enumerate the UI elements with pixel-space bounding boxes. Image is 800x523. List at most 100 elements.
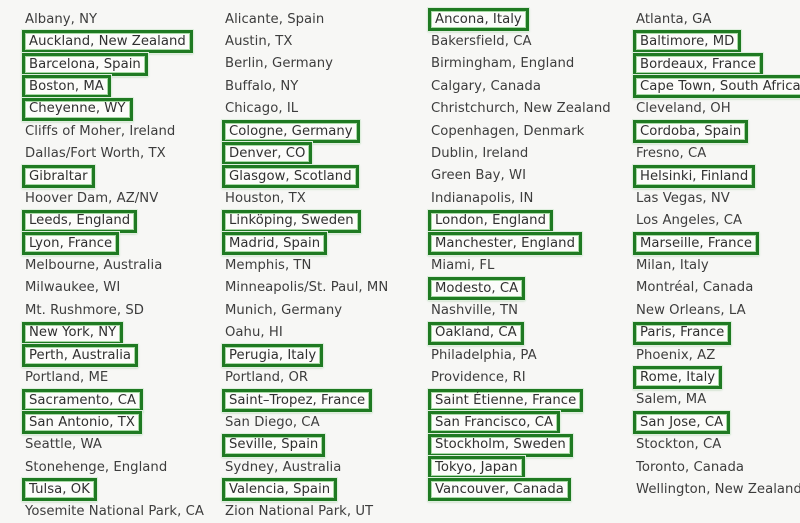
city-entry-selected[interactable]: Saint–Tropez, France	[222, 388, 373, 412]
city-entry[interactable]: Montréal, Canada	[633, 277, 756, 299]
city-entry-selected[interactable]: Perugia, Italy	[222, 344, 324, 367]
city-entry-label: Yosemite National Park, CA	[25, 504, 204, 520]
city-entry-selected[interactable]: Helsinki, Finland	[633, 164, 756, 188]
city-entry-selected[interactable]: Modesto, CA	[428, 276, 526, 300]
city-entry[interactable]: Nashville, TN	[428, 299, 521, 321]
city-entry[interactable]: Birmingham, England	[428, 53, 577, 75]
city-entry-selected[interactable]: Ancona, Italy	[428, 8, 529, 31]
city-entry[interactable]: Mt. Rushmore, SD	[22, 299, 147, 321]
city-entry[interactable]: Miami, FL	[428, 254, 497, 276]
city-entry-selected[interactable]: New York, NY	[22, 321, 124, 345]
city-entry-selected[interactable]: Madrid, Spain	[222, 232, 328, 255]
city-entry-selected[interactable]: Paris, France	[633, 321, 732, 345]
city-entry[interactable]: New Orleans, LA	[633, 299, 749, 321]
city-entry[interactable]: Alicante, Spain	[222, 8, 327, 30]
city-entry-label: Birmingham, England	[431, 56, 575, 72]
city-entry[interactable]: Portland, ME	[22, 366, 111, 388]
city-entry-selected[interactable]: Marseille, France	[633, 232, 760, 255]
city-entry-selected[interactable]: Barcelona, Spain	[22, 52, 148, 76]
city-entry[interactable]: Phoenix, AZ	[633, 344, 718, 366]
city-entry[interactable]: Christchurch, New Zealand	[428, 98, 614, 120]
city-entry[interactable]: Seattle, WA	[22, 434, 105, 456]
city-entry[interactable]: Green Bay, WI	[428, 165, 529, 187]
city-entry-selected[interactable]: San Francisco, CA	[428, 411, 561, 435]
city-entry-selected[interactable]: Sacramento, CA	[22, 388, 144, 412]
city-entry-label: Vancouver, Canada	[435, 482, 564, 498]
city-entry[interactable]: Melbourne, Australia	[22, 254, 165, 276]
city-entry-selected[interactable]: Gibraltar	[22, 164, 95, 188]
city-entry-label: Portland, OR	[225, 369, 309, 385]
city-entry-selected[interactable]: Glasgow, Scotland	[222, 164, 359, 188]
city-entry[interactable]: Wellington, New Zealand	[633, 478, 800, 500]
city-entry-label: Nashville, TN	[431, 302, 519, 318]
city-entry-selected[interactable]: Vancouver, Canada	[428, 478, 571, 502]
city-entry[interactable]: Zion National Park, UT	[222, 501, 376, 523]
city-entry[interactable]: Copenhagen, Denmark	[428, 120, 587, 142]
city-entry-selected[interactable]: Valencia, Spain	[222, 478, 338, 502]
city-entry-selected[interactable]: San Antonio, TX	[22, 411, 142, 435]
city-entry[interactable]: Berlin, Germany	[222, 53, 336, 75]
city-entry[interactable]: Oahu, HI	[222, 322, 286, 344]
city-entry-selected[interactable]: Boston, MA	[22, 75, 111, 99]
city-entry[interactable]: Providence, RI	[428, 366, 529, 388]
city-entry-selected[interactable]: Lyon, France	[22, 232, 120, 255]
city-entry[interactable]: Sydney, Australia	[222, 456, 344, 478]
city-entry-selected[interactable]: Rome, Italy	[633, 366, 723, 390]
city-entry[interactable]: Minneapolis/St. Paul, MN	[222, 277, 391, 299]
city-entry-selected[interactable]: Stockholm, Sweden	[428, 433, 573, 457]
city-entry-selected[interactable]: Leeds, England	[22, 209, 138, 233]
city-entry[interactable]: Dublin, Ireland	[428, 142, 531, 164]
city-entry[interactable]: Atlanta, GA	[633, 8, 715, 30]
city-entry[interactable]: Hoover Dam, AZ/NV	[22, 187, 161, 209]
city-entry[interactable]: Fresno, CA	[633, 142, 709, 164]
city-entry[interactable]: Memphis, TN	[222, 254, 314, 276]
city-entry[interactable]: Dallas/Fort Worth, TX	[22, 142, 169, 164]
city-entry[interactable]: Albany, NY	[22, 8, 100, 30]
city-entry[interactable]: Calgary, Canada	[428, 75, 544, 97]
city-entry[interactable]: Munich, Germany	[222, 299, 345, 321]
city-entry-selected[interactable]: Saint Étienne, France	[428, 388, 584, 412]
city-entry[interactable]: Cleveland, OH	[633, 98, 734, 120]
city-entry-label: Toronto, Canada	[636, 459, 744, 475]
city-entry-label: Bordeaux, France	[640, 56, 757, 72]
city-entry[interactable]: Toronto, Canada	[633, 456, 747, 478]
city-entry[interactable]: Buffalo, NY	[222, 75, 301, 97]
city-entry[interactable]: Milwaukee, WI	[22, 277, 123, 299]
city-entry-selected[interactable]: London, England	[428, 209, 554, 233]
city-entry-selected[interactable]: San Jose, CA	[633, 411, 731, 435]
city-entry[interactable]: Stockton, CA	[633, 434, 724, 456]
city-entry-selected[interactable]: Tulsa, OK	[22, 478, 97, 502]
city-entry[interactable]: San Diego, CA	[222, 411, 323, 433]
city-entry[interactable]: Portland, OR	[222, 366, 311, 388]
city-entry[interactable]: Los Angeles, CA	[633, 210, 745, 232]
city-entry[interactable]: Yosemite National Park, CA	[22, 501, 207, 523]
city-entry-selected[interactable]: Bordeaux, France	[633, 52, 764, 76]
city-entry-selected[interactable]: Perth, Australia	[22, 344, 139, 367]
city-entry[interactable]: Las Vegas, NV	[633, 187, 733, 209]
city-entry[interactable]: Bakersfield, CA	[428, 30, 535, 52]
city-entry[interactable]: Cliffs of Moher, Ireland	[22, 120, 178, 142]
city-entry[interactable]: Indianapolis, IN	[428, 187, 536, 209]
city-entry-selected[interactable]: Cheyenne, WY	[22, 97, 133, 121]
city-entry-selected[interactable]: Linköping, Sweden	[222, 209, 361, 233]
city-entry-selected[interactable]: Oakland, CA	[428, 321, 524, 345]
city-entry-label: London, England	[435, 213, 547, 229]
city-entry-selected[interactable]: Baltimore, MD	[633, 30, 742, 54]
city-entry[interactable]: Chicago, IL	[222, 98, 301, 120]
city-entry-selected[interactable]: Auckland, New Zealand	[22, 30, 193, 54]
city-entry[interactable]: Houston, TX	[222, 187, 309, 209]
city-entry-selected[interactable]: Denver, CO	[222, 142, 313, 166]
city-entry[interactable]: Austin, TX	[222, 30, 295, 52]
city-entry-selected[interactable]: Cologne, Germany	[222, 120, 360, 143]
city-entry-label: Sydney, Australia	[225, 459, 342, 475]
city-entry[interactable]: Salem, MA	[633, 389, 709, 411]
city-entry-selected[interactable]: Tokyo, Japan	[428, 456, 525, 479]
city-column-2: Alicante, Spain Austin, TX Berlin, Germany…	[222, 0, 428, 519]
city-entry[interactable]: Milan, Italy	[633, 254, 712, 276]
city-entry-selected[interactable]: Cordoba, Spain	[633, 120, 749, 143]
city-entry-selected[interactable]: Cape Town, South Africa	[633, 75, 800, 99]
city-entry-selected[interactable]: Manchester, England	[428, 232, 582, 255]
city-entry[interactable]: Stonehenge, England	[22, 456, 170, 478]
city-entry[interactable]: Philadelphia, PA	[428, 344, 540, 366]
city-entry-selected[interactable]: Seville, Spain	[222, 433, 326, 457]
